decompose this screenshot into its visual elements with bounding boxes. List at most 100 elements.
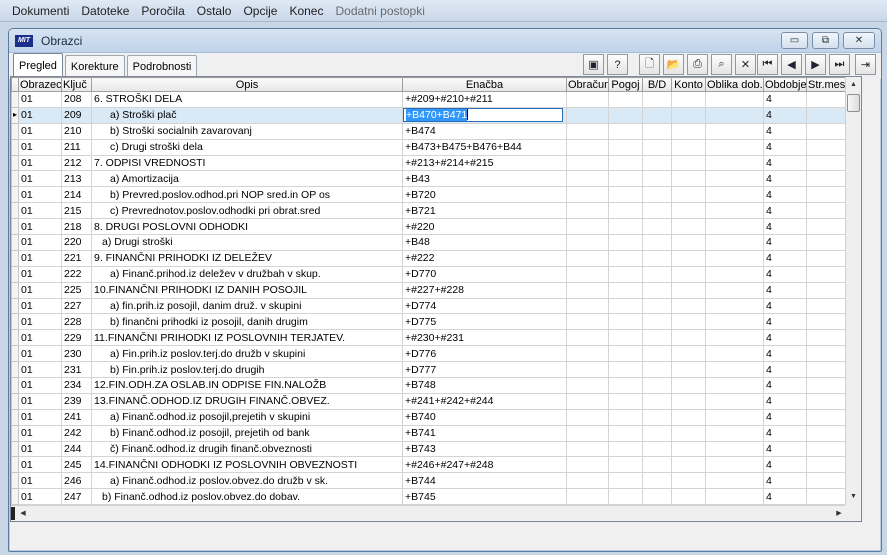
cell-oblika[interactable] — [705, 361, 764, 379]
row-indicator[interactable] — [11, 202, 19, 220]
cell-str-mesto[interactable] — [806, 202, 847, 220]
cell-obrazec[interactable]: 01 — [18, 186, 62, 204]
cell-bd[interactable] — [642, 424, 672, 442]
cell-obracun[interactable] — [566, 122, 609, 140]
cell-konto[interactable] — [671, 456, 706, 474]
cell-obrazec[interactable]: 01 — [18, 218, 62, 236]
cell-obdobje[interactable]: 4 — [763, 345, 807, 363]
column-header-ključ[interactable]: Ključ — [61, 77, 92, 92]
cell-konto[interactable] — [671, 265, 706, 283]
cell-kljuc[interactable]: 225 — [61, 281, 92, 299]
cell-obrazec[interactable]: 01 — [18, 345, 62, 363]
cell-str-mesto[interactable] — [806, 313, 847, 331]
menu-datoteke[interactable]: Datoteke — [75, 4, 135, 18]
cell-obdobje[interactable]: 4 — [763, 361, 807, 379]
menu-dodatni-postopki[interactable]: Dodatni postopki — [329, 4, 430, 18]
cell-obracun[interactable] — [566, 265, 609, 283]
cell-oblika[interactable] — [705, 106, 764, 124]
cell-obdobje[interactable]: 4 — [763, 91, 807, 108]
cell-opis[interactable]: č) Finanč.odhod.iz drugih finanč.obvezno… — [91, 440, 403, 458]
cell-kljuc[interactable]: 227 — [61, 297, 92, 315]
cell-obdobje[interactable]: 4 — [763, 297, 807, 315]
table-row[interactable]: 01 245 14.FINANČNI ODHODKI IZ POSLOVNIH OB… — [11, 456, 847, 474]
cell-bd[interactable] — [642, 456, 672, 474]
horizontal-scrollbar[interactable]: ◀ ▶ — [11, 505, 847, 521]
cell-bd[interactable] — [642, 138, 672, 156]
column-header-konto[interactable]: Konto — [671, 77, 706, 92]
cell-str-mesto[interactable] — [806, 361, 847, 379]
cell-pogoj[interactable] — [608, 361, 643, 379]
cell-obrazec[interactable]: 01 — [18, 154, 62, 172]
cell-obracun[interactable] — [566, 456, 609, 474]
cell-obrazec[interactable]: 01 — [18, 138, 62, 156]
cell-enacba[interactable]: +#222 — [402, 249, 567, 267]
cell-bd[interactable] — [642, 329, 672, 347]
cell-obracun[interactable] — [566, 186, 609, 204]
cell-obdobje[interactable]: 4 — [763, 249, 807, 267]
cell-bd[interactable] — [642, 472, 672, 490]
cell-obracun[interactable] — [566, 329, 609, 347]
cell-oblika[interactable] — [705, 170, 764, 188]
menu-dokumenti[interactable]: Dokumenti — [6, 4, 75, 18]
close-button[interactable]: ✕ — [843, 32, 875, 49]
minimize-button[interactable]: ▭ — [781, 32, 808, 49]
cell-konto[interactable] — [671, 218, 706, 236]
table-row[interactable]: 01 228 b) finančni prihodki iz posojil, da… — [11, 313, 847, 331]
cell-enacba[interactable]: +#220 — [402, 218, 567, 236]
cell-konto[interactable] — [671, 186, 706, 204]
cell-obdobje[interactable]: 4 — [763, 472, 807, 490]
cell-opis[interactable]: a) Drugi stroški — [91, 234, 403, 251]
cell-kljuc[interactable]: 213 — [61, 170, 92, 188]
cell-obdobje[interactable]: 4 — [763, 440, 807, 458]
cell-pogoj[interactable] — [608, 122, 643, 140]
cell-obrazec[interactable]: 01 — [18, 488, 62, 505]
column-header-obrazec[interactable]: Obrazec — [18, 77, 62, 92]
cell-enacba[interactable]: +B720 — [402, 186, 567, 204]
row-indicator[interactable] — [11, 377, 19, 394]
cell-obracun[interactable] — [566, 297, 609, 315]
cell-oblika[interactable] — [705, 472, 764, 490]
scroll-down-arrow-icon[interactable]: ▼ — [846, 489, 861, 505]
cell-str-mesto[interactable] — [806, 91, 847, 108]
cell-str-mesto[interactable] — [806, 424, 847, 442]
cell-enacba[interactable]: +B748 — [402, 377, 567, 394]
cell-pogoj[interactable] — [608, 265, 643, 283]
cell-enacba[interactable]: +D777 — [402, 361, 567, 379]
row-indicator[interactable] — [11, 138, 19, 156]
cell-konto[interactable] — [671, 249, 706, 267]
menu-poročila[interactable]: Poročila — [135, 4, 190, 18]
table-row[interactable]: 01 246 a) Finanč.odhod.iz poslov.obvez.do … — [11, 472, 847, 490]
first-record-button[interactable]: ⏮ — [757, 54, 778, 75]
cell-str-mesto[interactable] — [806, 154, 847, 172]
cell-pogoj[interactable] — [608, 472, 643, 490]
cell-obracun[interactable] — [566, 234, 609, 251]
cell-bd[interactable] — [642, 218, 672, 236]
table-row-selected[interactable]: ▸ 01 209 a) Stroški plač +B470+B471 4 — [11, 106, 847, 124]
cell-konto[interactable] — [671, 472, 706, 490]
cell-opis[interactable]: 14.FINANČNI ODHODKI IZ POSLOVNIH OBVEZNO… — [91, 456, 403, 474]
table-row[interactable]: 01 244 č) Finanč.odhod.iz drugih finanč.ob… — [11, 440, 847, 458]
cell-obracun[interactable] — [566, 488, 609, 505]
cell-pogoj[interactable] — [608, 408, 643, 426]
cell-bd[interactable] — [642, 202, 672, 220]
cell-oblika[interactable] — [705, 91, 764, 108]
column-header-obračun[interactable]: Obračun — [566, 77, 609, 92]
cell-oblika[interactable] — [705, 377, 764, 394]
cell-opis[interactable]: 7. ODPISI VREDNOSTI — [91, 154, 403, 172]
cell-konto[interactable] — [671, 106, 706, 124]
cell-kljuc[interactable]: 230 — [61, 345, 92, 363]
cell-obrazec[interactable]: 01 — [18, 234, 62, 251]
cell-opis[interactable]: b) Finanč.odhod.iz poslov.obvez.do dobav… — [91, 488, 403, 505]
table-row[interactable]: 01 221 9. FINANČNI PRIHODKI IZ DELEŽEV +#22… — [11, 249, 847, 267]
cell-enacba[interactable]: +#209+#210+#211 — [402, 91, 567, 108]
row-indicator[interactable] — [11, 456, 19, 474]
cell-opis[interactable]: a) Fin.prih.iz poslov.terj.do družb v sk… — [91, 345, 403, 363]
cell-obracun[interactable] — [566, 281, 609, 299]
cell-konto[interactable] — [671, 154, 706, 172]
column-header-enačba[interactable]: Enačba — [402, 77, 567, 92]
cell-konto[interactable] — [671, 424, 706, 442]
cell-pogoj[interactable] — [608, 234, 643, 251]
cell-oblika[interactable] — [705, 281, 764, 299]
cell-bd[interactable] — [642, 488, 672, 505]
cell-pogoj[interactable] — [608, 202, 643, 220]
